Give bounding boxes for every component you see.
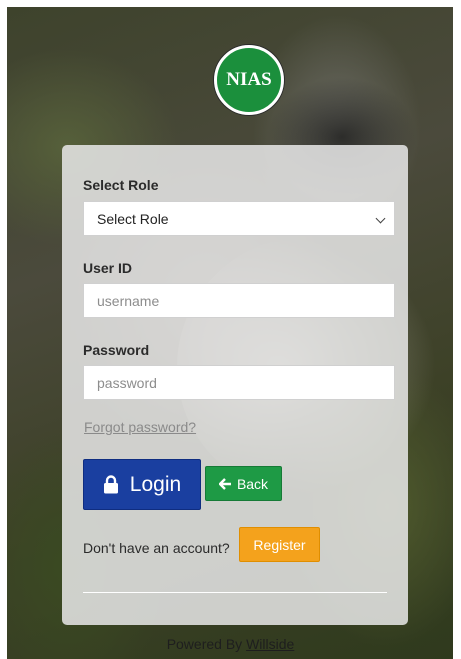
panel-divider [83,592,387,593]
login-button[interactable]: Login [83,459,201,510]
footer: Powered By Willside [0,636,461,652]
role-label: Select Role [83,177,159,193]
forgot-password-link[interactable]: Forgot password? [84,419,196,435]
nias-logo: NIAS [214,45,284,115]
role-select[interactable]: Select Role [83,201,395,236]
register-label: Register [253,536,306,553]
powered-by-text: Powered By [166,636,243,652]
username-input[interactable] [83,283,395,318]
no-account-text: Don't have an account? [83,540,230,556]
password-label: Password [83,342,150,358]
login-label: Login [129,472,182,496]
back-button[interactable]: Back [205,466,282,501]
chevron-down-icon [375,213,386,224]
userid-label: User ID [83,260,133,276]
arrow-left-icon [218,477,231,490]
register-button[interactable]: Register [239,527,320,562]
company-link[interactable]: Willside [246,636,294,652]
back-label: Back [236,475,269,492]
lock-icon [103,475,118,494]
logo-text: NIAS [226,69,272,90]
role-select-value: Select Role [97,210,169,227]
password-input[interactable] [83,365,395,400]
